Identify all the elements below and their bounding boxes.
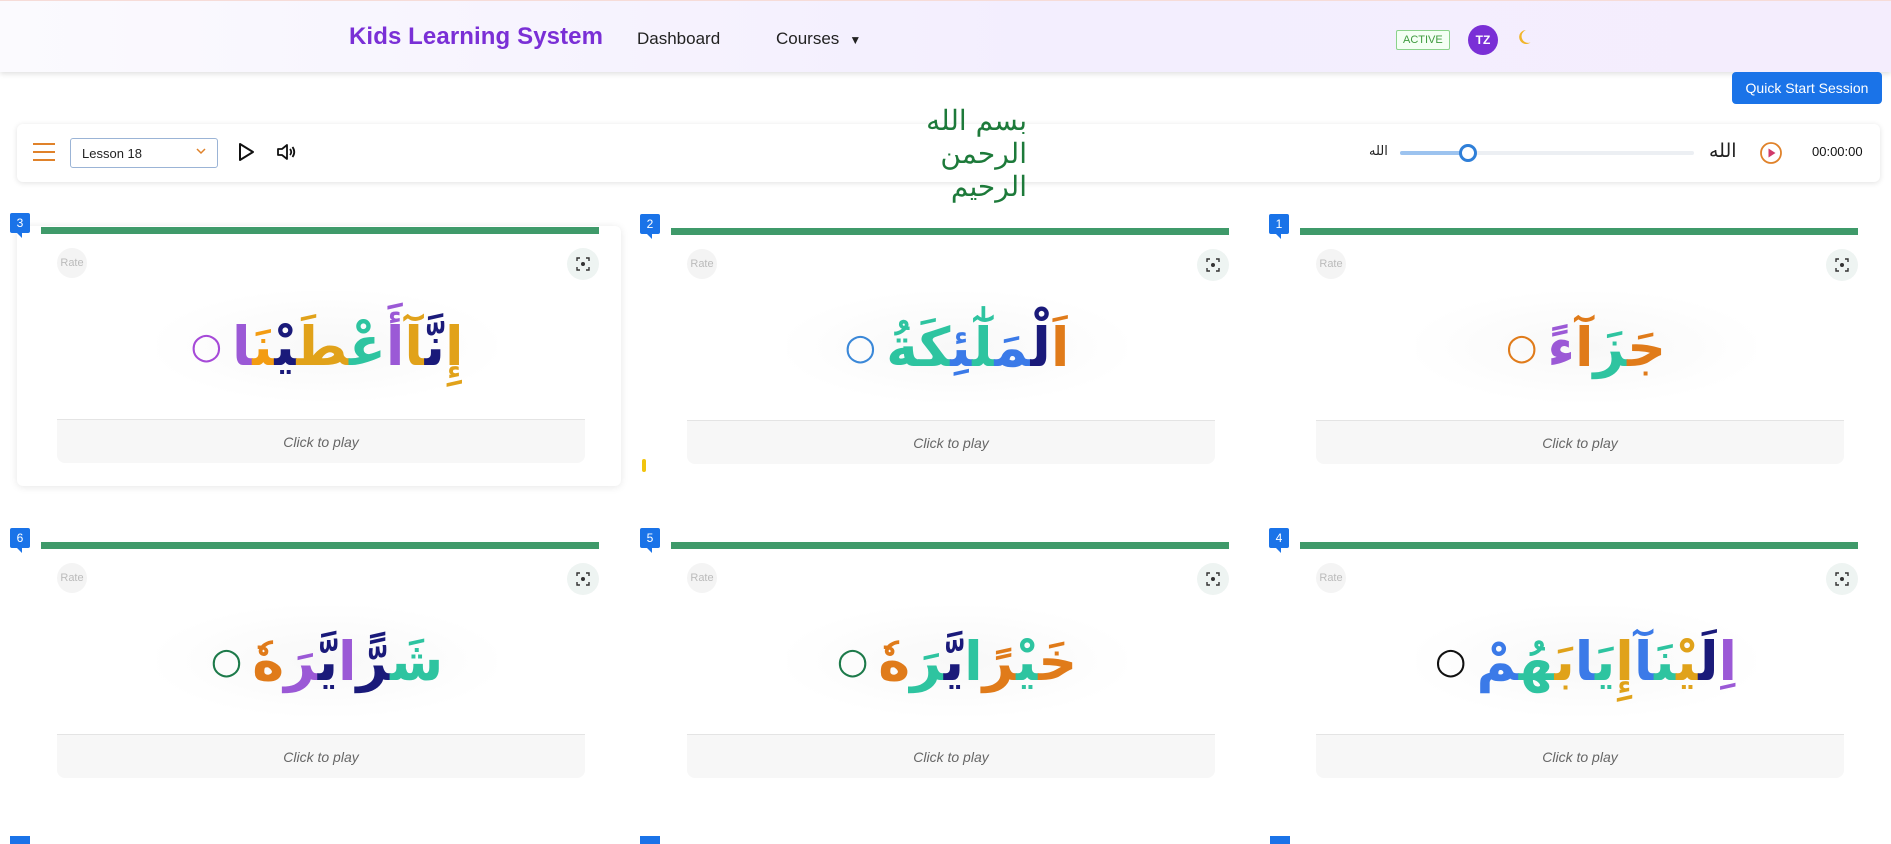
scroll-indicator (642, 459, 646, 472)
speed-max-label: الله (1709, 140, 1737, 162)
menu-icon[interactable] (33, 143, 55, 161)
card-number-next (640, 836, 660, 844)
speed-slider[interactable] (1400, 144, 1694, 162)
nav-dashboard[interactable]: Dashboard (637, 29, 720, 49)
arabic-word-display[interactable]: شَرًّايَّرَهٗ ○ (157, 606, 497, 716)
nav-courses-label: Courses (776, 29, 840, 48)
rate-button[interactable]: Rate (1316, 249, 1346, 279)
card-number-badge: 4 (1269, 528, 1289, 553)
circle-marker-icon: ○ (190, 325, 222, 367)
circle-marker-icon: ○ (1505, 326, 1538, 368)
nav-courses-dropdown[interactable]: Courses ▼ (776, 29, 861, 49)
lesson-toolbar: Lesson 18 بسم الله الرحمن الرحيم الله ال… (17, 103, 1880, 203)
bismillah-calligraphy: بسم الله الرحمن الرحيم (926, 103, 1027, 203)
card-number-badge: 5 (640, 528, 660, 553)
card-progress-bar (41, 542, 599, 549)
click-to-play-button[interactable]: Click to play (57, 419, 585, 463)
card-number-badge: 2 (640, 214, 660, 239)
volume-icon[interactable] (275, 141, 297, 167)
click-to-play-button[interactable]: Click to play (687, 734, 1215, 778)
rate-button[interactable]: Rate (57, 563, 87, 593)
focus-icon[interactable] (567, 563, 599, 595)
brand-title[interactable]: Kids Learning System (349, 23, 603, 51)
lesson-select[interactable]: Lesson 18 (70, 138, 218, 168)
focus-icon[interactable] (567, 248, 599, 280)
rate-button[interactable]: Rate (687, 563, 717, 593)
arabic-word-display[interactable]: خَيْرًايَّرَهٗ ○ (787, 606, 1127, 716)
circle-marker-icon: ○ (844, 326, 877, 368)
circle-marker-icon: ○ (1435, 640, 1467, 682)
card-number-next (10, 836, 30, 844)
card-progress-bar (671, 228, 1229, 235)
play-circle-icon[interactable] (1759, 141, 1783, 169)
card-number-next (1270, 836, 1290, 844)
arabic-word: اَلْمَلٰٓئِكَةُ (886, 315, 1070, 379)
top-navbar: Kids Learning System Dashboard Courses ▼ … (0, 0, 1891, 72)
word-card[interactable]: 5 Rate خَيْرًايَّرَهٗ ○ Click to play (640, 528, 1251, 801)
rate-button[interactable]: Rate (57, 248, 87, 278)
word-card[interactable]: 2 Rate اَلْمَلٰٓئِكَةُ ○ Click to play (640, 214, 1251, 487)
card-progress-bar (1300, 228, 1858, 235)
word-card[interactable]: 4 Rate اِلَيْنَآإِيَابَهُمْ ○ Click to p… (1269, 528, 1880, 801)
click-to-play-button[interactable]: Click to play (687, 420, 1215, 464)
focus-icon[interactable] (1826, 249, 1858, 281)
avatar[interactable]: TZ (1468, 25, 1498, 55)
card-number-badge: 6 (10, 528, 30, 553)
click-to-play-button[interactable]: Click to play (1316, 734, 1844, 778)
lesson-select-value: Lesson 18 (82, 146, 142, 161)
arabic-word-display[interactable]: جَزَآءً ○ (1416, 292, 1756, 402)
focus-icon[interactable] (1826, 563, 1858, 595)
click-to-play-button[interactable]: Click to play (1316, 420, 1844, 464)
rate-button[interactable]: Rate (687, 249, 717, 279)
slider-fill (1400, 151, 1468, 155)
card-progress-bar (671, 542, 1229, 549)
status-badge: ACTIVE (1396, 30, 1450, 50)
rate-button[interactable]: Rate (1316, 563, 1346, 593)
quick-start-session-button[interactable]: Quick Start Session (1732, 72, 1882, 104)
chevron-down-icon (195, 145, 207, 160)
arabic-word-display[interactable]: اِلَيْنَآإِيَابَهُمْ ○ (1416, 606, 1756, 716)
focus-icon[interactable] (1197, 249, 1229, 281)
play-icon[interactable] (236, 141, 256, 167)
arabic-word-display[interactable]: إِنَّآأَعْطَيْنَا ○ (157, 291, 497, 401)
circle-marker-icon: ○ (836, 640, 869, 682)
card-number-badge: 3 (10, 213, 30, 238)
word-card[interactable]: 1 Rate جَزَآءً ○ Click to play (1269, 214, 1880, 487)
timer: 00:00:00 (1812, 144, 1863, 159)
focus-icon[interactable] (1197, 563, 1229, 595)
card-progress-bar (1300, 542, 1858, 549)
chevron-down-icon: ▼ (849, 33, 862, 47)
circle-marker-icon: ○ (210, 640, 243, 682)
card-progress-bar (41, 227, 599, 234)
speed-min-label: الله (1369, 144, 1388, 159)
arabic-word: جَزَآءً (1547, 315, 1667, 379)
arabic-word: اِلَيْنَآإِيَابَهُمْ (1476, 629, 1737, 693)
arabic-word-display[interactable]: اَلْمَلٰٓئِكَةُ ○ (787, 292, 1127, 402)
card-number-badge: 1 (1269, 214, 1289, 239)
moon-icon[interactable] (1517, 27, 1537, 52)
word-card[interactable]: 3 Rate إِنَّآأَعْطَيْنَا ○ Click to play (10, 213, 621, 486)
click-to-play-button[interactable]: Click to play (57, 734, 585, 778)
arabic-word: شَرًّايَّرَهٗ (252, 629, 444, 693)
slider-thumb[interactable] (1458, 144, 1477, 162)
arabic-word: إِنَّآأَعْطَيْنَا (231, 314, 464, 378)
word-card[interactable]: 6 Rate شَرًّايَّرَهٗ ○ Click to play (10, 528, 621, 801)
arabic-word: خَيْرًايَّرَهٗ (878, 629, 1078, 693)
